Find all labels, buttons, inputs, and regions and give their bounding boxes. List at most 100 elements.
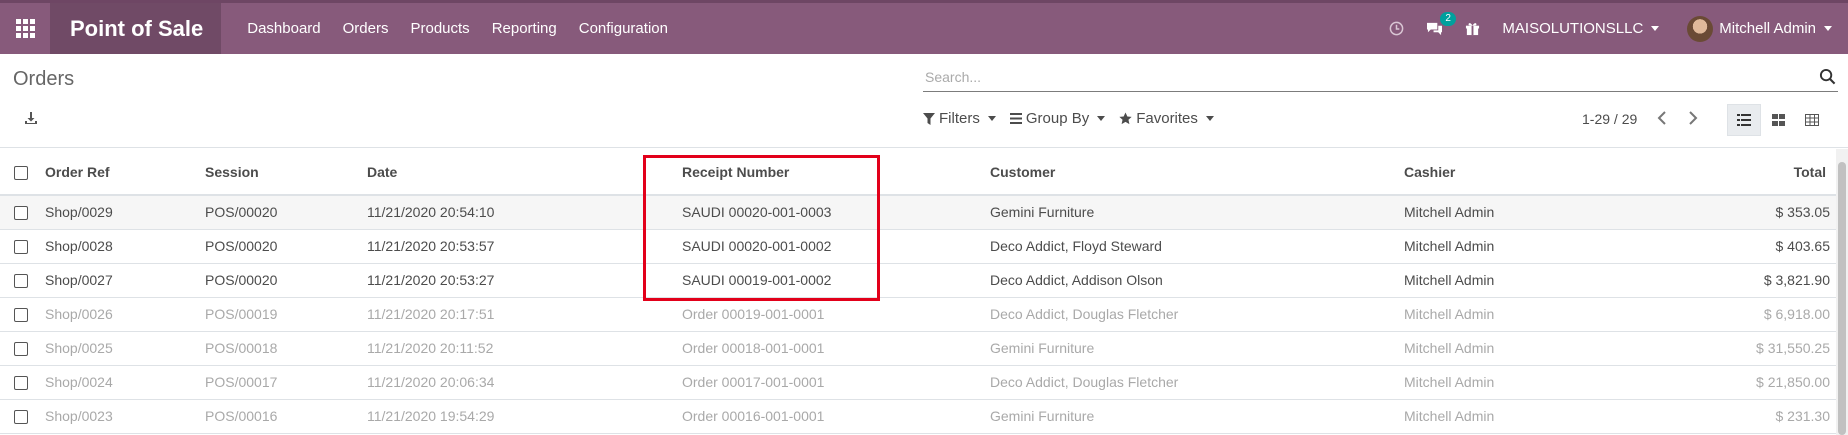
menu-item-reporting[interactable]: Reporting (492, 20, 557, 37)
menu-item-configuration[interactable]: Configuration (579, 20, 668, 37)
column-header-cashier[interactable]: Cashier (1404, 149, 1704, 196)
order-ref: Shop/0029 (45, 195, 205, 230)
order-ref: Shop/0028 (45, 229, 205, 264)
star-icon (1119, 112, 1132, 125)
chevron-left-icon[interactable] (1657, 111, 1667, 129)
table-row[interactable]: Shop/0026 POS/00019 11/21/2020 20:17:51 … (0, 297, 1836, 332)
row-checkbox[interactable] (14, 342, 28, 357)
session: POS/00020 (205, 229, 367, 264)
order-ref: Shop/0025 (45, 331, 205, 366)
table-row[interactable]: Shop/0024 POS/00017 11/21/2020 20:06:34 … (0, 365, 1836, 400)
pivot-view-button[interactable] (1795, 104, 1829, 136)
company-switcher[interactable]: MAISOLUTIONSLLC (1502, 20, 1660, 37)
chevron-down-icon (1205, 116, 1214, 121)
column-header-receipt-number[interactable]: Receipt Number (682, 149, 990, 196)
clock-icon[interactable] (1389, 21, 1404, 36)
kanban-icon (1771, 114, 1785, 126)
messages-badge: 2 (1440, 12, 1456, 26)
cashier: Mitchell Admin (1404, 331, 1704, 366)
list-view-button[interactable] (1727, 104, 1761, 136)
cashier: Mitchell Admin (1404, 229, 1704, 264)
session: POS/00017 (205, 365, 367, 400)
pager-value[interactable]: 1-29 / 29 (1582, 111, 1637, 127)
column-header-date[interactable]: Date (367, 149, 682, 196)
search-icon[interactable] (1819, 68, 1836, 89)
receipt-number: SAUDI 00019-001-0002 (682, 263, 990, 298)
session: POS/00018 (205, 331, 367, 366)
favorites-button[interactable]: Favorites (1119, 110, 1214, 127)
receipt-number: Order 00017-001-0001 (682, 365, 990, 400)
total: $ 353.05 (1704, 195, 1836, 230)
total: $ 3,821.90 (1704, 263, 1836, 298)
column-header-total[interactable]: Total (1704, 149, 1836, 196)
row-checkbox[interactable] (14, 308, 28, 323)
row-checkbox[interactable] (14, 410, 28, 425)
row-checkbox[interactable] (14, 206, 28, 221)
table-header-row: Order Ref Session Date Receipt Number Cu… (0, 149, 1836, 196)
menu-item-products[interactable]: Products (410, 20, 469, 37)
grid-icon (15, 19, 35, 38)
column-header-session[interactable]: Session (205, 149, 367, 196)
customer: Deco Addict, Douglas Fletcher (990, 297, 1404, 332)
receipt-number: SAUDI 00020-001-0002 (682, 229, 990, 264)
chevron-down-icon (1097, 116, 1106, 121)
total: $ 31,550.25 (1704, 331, 1836, 366)
session: POS/00016 (205, 399, 367, 434)
cashier: Mitchell Admin (1404, 365, 1704, 400)
session: POS/00019 (205, 297, 367, 332)
order-ref: Shop/0027 (45, 263, 205, 298)
messages-icon[interactable]: 2 (1426, 12, 1456, 36)
menu-item-orders[interactable]: Orders (343, 20, 389, 37)
row-checkbox[interactable] (14, 376, 28, 391)
receipt-number: Order 00019-001-0001 (682, 297, 990, 332)
control-panel: Orders Filters Group By Favorites 1-29 /… (0, 54, 1848, 148)
kanban-view-button[interactable] (1761, 104, 1795, 136)
cashier: Mitchell Admin (1404, 263, 1704, 298)
filters-button[interactable]: Filters (923, 110, 996, 127)
table-row[interactable]: Shop/0025 POS/00018 11/21/2020 20:11:52 … (0, 331, 1836, 366)
select-all-checkbox[interactable] (14, 165, 28, 180)
gift-icon[interactable] (1465, 21, 1480, 36)
receipt-number: Order 00016-001-0001 (682, 399, 990, 434)
cashier: Mitchell Admin (1404, 297, 1704, 332)
groupby-button[interactable]: Group By (1009, 110, 1106, 127)
customer: Gemini Furniture (990, 195, 1404, 230)
column-header-customer[interactable]: Customer (990, 149, 1404, 196)
chevron-down-icon (1651, 26, 1660, 31)
table-row[interactable]: Shop/0027 POS/00020 11/21/2020 20:53:27 … (0, 263, 1836, 298)
main-menu: Dashboard Orders Products Reporting Conf… (247, 20, 690, 37)
download-icon[interactable] (24, 111, 38, 129)
row-checkbox[interactable] (14, 274, 28, 289)
menu-item-dashboard[interactable]: Dashboard (247, 20, 320, 37)
row-checkbox[interactable] (14, 240, 28, 255)
cashier: Mitchell Admin (1404, 195, 1704, 230)
total: $ 403.65 (1704, 229, 1836, 264)
company-name: MAISOLUTIONSLLC (1502, 20, 1644, 37)
user-menu[interactable]: Mitchell Admin (1687, 15, 1832, 42)
filters-label: Filters (939, 110, 980, 127)
top-navbar: Point of Sale Dashboard Orders Products … (0, 0, 1848, 54)
customer: Gemini Furniture (990, 331, 1404, 366)
search-input[interactable] (923, 64, 1783, 90)
total: $ 21,850.00 (1704, 365, 1836, 400)
date: 11/21/2020 20:06:34 (367, 365, 682, 400)
customer: Deco Addict, Addison Olson (990, 263, 1404, 298)
column-header-order-ref[interactable]: Order Ref (45, 149, 205, 196)
app-title[interactable]: Point of Sale (50, 3, 222, 54)
total: $ 231.30 (1704, 399, 1836, 434)
table-row[interactable]: Shop/0028 POS/00020 11/21/2020 20:53:57 … (0, 229, 1836, 264)
scrollbar-thumb[interactable] (1838, 162, 1846, 435)
customer: Deco Addict, Douglas Fletcher (990, 365, 1404, 400)
session: POS/00020 (205, 263, 367, 298)
customer: Gemini Furniture (990, 399, 1404, 434)
table-row[interactable]: Shop/0023 POS/00016 11/21/2020 19:54:29 … (0, 399, 1836, 434)
apps-menu-button[interactable] (0, 3, 50, 54)
chevron-right-icon[interactable] (1688, 111, 1698, 129)
filter-icon (923, 112, 935, 125)
search-bar (923, 64, 1838, 92)
order-ref: Shop/0023 (45, 399, 205, 434)
orders-list: Order Ref Session Date Receipt Number Cu… (0, 149, 1836, 434)
table-row[interactable]: Shop/0029 POS/00020 11/21/2020 20:54:10 … (0, 195, 1836, 230)
order-ref: Shop/0024 (45, 365, 205, 400)
list-icon (1009, 113, 1022, 124)
